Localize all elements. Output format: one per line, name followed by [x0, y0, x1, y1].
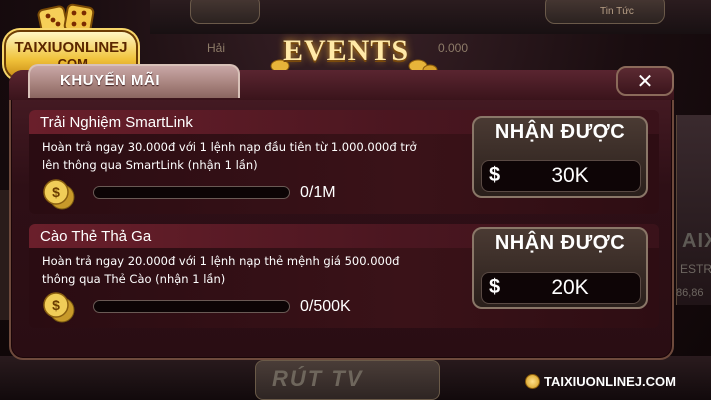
event-description-line: Hoàn trả ngay 30.000đ với 1 lệnh nạp đầu… [42, 140, 417, 154]
reward-amount: 20K [551, 276, 589, 299]
coin-icon: $ [43, 292, 75, 323]
right-panel-subtext: ESTR [680, 262, 711, 276]
event-description: Hoàn trả ngay 30.000đ với 1 lệnh nạp đầu… [42, 138, 472, 174]
progress-bar [93, 300, 290, 313]
event-description-line: lên thông qua SmartLink (nhận 1 lần) [42, 158, 258, 172]
coin-icon [525, 374, 540, 389]
event-title: Trải Nghiệm SmartLink [40, 114, 193, 131]
news-label[interactable]: Tin Tức [600, 6, 640, 17]
tab-promotions-label: KHUYẾN MÃI [60, 72, 161, 89]
event-description: Hoàn trả ngay 20.000đ với 1 lệnh nạp thẻ… [42, 252, 472, 288]
reward-label: NHẬN ĐƯỢC [494, 121, 626, 143]
reward-label: NHẬN ĐƯỢC [494, 232, 626, 254]
event-description-line: thông qua Thẻ Cào (nhận 1 lần) [42, 272, 226, 286]
dollar-icon: $ [489, 164, 501, 186]
dollar-icon: $ [489, 276, 501, 298]
events-title: EVENTS [283, 34, 410, 67]
logo-main-text: TAIXIUONLINEJ [14, 39, 128, 56]
watermark-text: TAIXIUONLINEJ.COM [544, 374, 676, 389]
progress-text: 0/500K [300, 298, 351, 315]
balance-value: 0.000 [438, 41, 469, 55]
close-button[interactable]: ✕ [616, 66, 674, 96]
top-tab-left[interactable] [190, 0, 260, 24]
progress-bar [93, 186, 290, 199]
svg-text:$: $ [52, 297, 60, 313]
svg-text:$: $ [52, 184, 60, 200]
coin-icon: $ [43, 179, 75, 210]
withdraw-button-label: RÚT TV [272, 366, 364, 391]
right-panel-number: 86,86 [676, 287, 704, 299]
event-title: Cào Thẻ Thả Ga [40, 228, 152, 245]
progress-text: 0/1M [300, 184, 336, 201]
site-watermark: TAIXIUONLINEJ.COM [525, 374, 676, 389]
balance-label: Hải [207, 41, 226, 55]
reward-amount: 30K [551, 164, 589, 187]
event-description-line: Hoàn trả ngay 20.000đ với 1 lệnh nạp thẻ… [42, 254, 400, 268]
right-panel-text: AIX [682, 230, 711, 252]
close-icon: ✕ [636, 69, 654, 93]
right-side-panel [676, 115, 711, 305]
